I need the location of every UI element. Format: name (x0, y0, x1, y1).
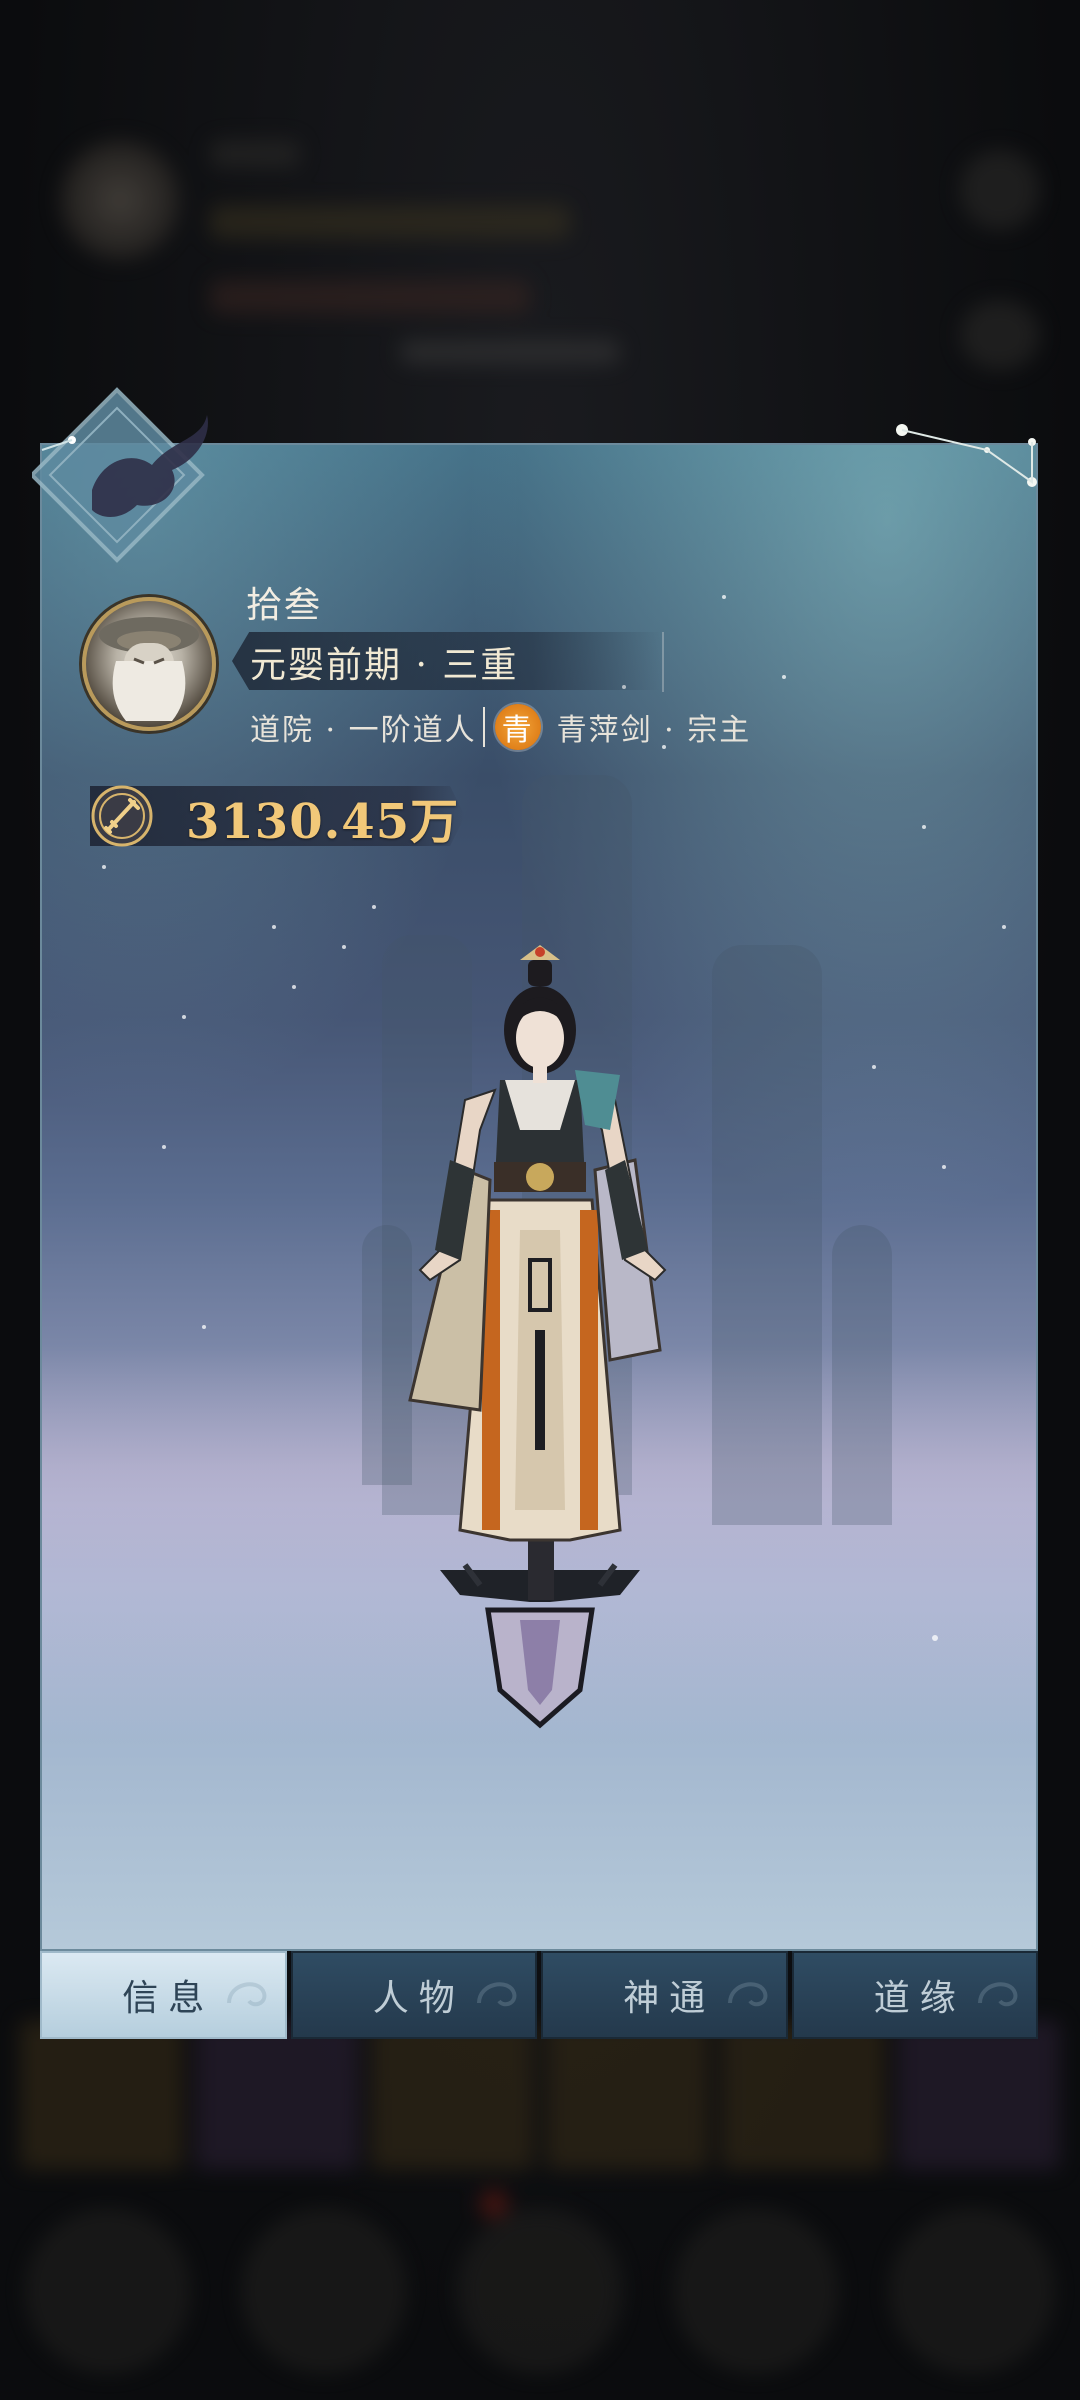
fox-emblem-icon (32, 387, 208, 563)
character-model[interactable] (370, 930, 710, 1730)
cloud-swirl-icon (226, 1982, 266, 2007)
tab-info[interactable]: 信息 (40, 1951, 287, 2039)
realm-divider (662, 632, 664, 692)
tab-label: 信息 (122, 1978, 215, 2019)
school-rank: 道院 · 一阶道人 (250, 713, 477, 748)
bottom-tab-bar: 信息 人物 神通 道缘 (40, 1951, 1038, 2039)
cloud-swirl-icon (727, 1982, 767, 2007)
player-affiliation: 道院 · 一阶道人 青 青萍剑 · 宗主 (250, 700, 751, 754)
sword-power-icon (91, 785, 153, 847)
tab-label: 人物 (372, 1978, 465, 2019)
player-name: 拾叁 (246, 585, 323, 626)
cloud-swirl-icon (477, 1982, 517, 2007)
tab-label: 道缘 (873, 1978, 966, 2019)
tab-label: 神通 (623, 1978, 716, 2019)
elder-avatar-icon (99, 617, 199, 721)
tab-divine-skills[interactable]: 神通 (541, 1951, 788, 2039)
cloud-swirl-icon (978, 1982, 1018, 2007)
character-info-screen: 拾叁 元婴前期 · 三重 道院 · 一阶道人 青 青萍剑 · 宗主 3130.4… (0, 0, 1080, 2400)
constellation-icon (896, 424, 1037, 487)
combat-power-value: 3130.45万 (186, 794, 460, 850)
sect-role: 青萍剑 · 宗主 (556, 713, 752, 748)
tab-character[interactable]: 人物 (290, 1951, 537, 2039)
info-separator (482, 707, 485, 747)
player-avatar[interactable] (82, 597, 216, 731)
cultivation-realm: 元婴前期 · 三重 (250, 645, 519, 686)
tab-dao-fate[interactable]: 道缘 (791, 1951, 1038, 2039)
grade-badge: 青 (494, 704, 541, 750)
